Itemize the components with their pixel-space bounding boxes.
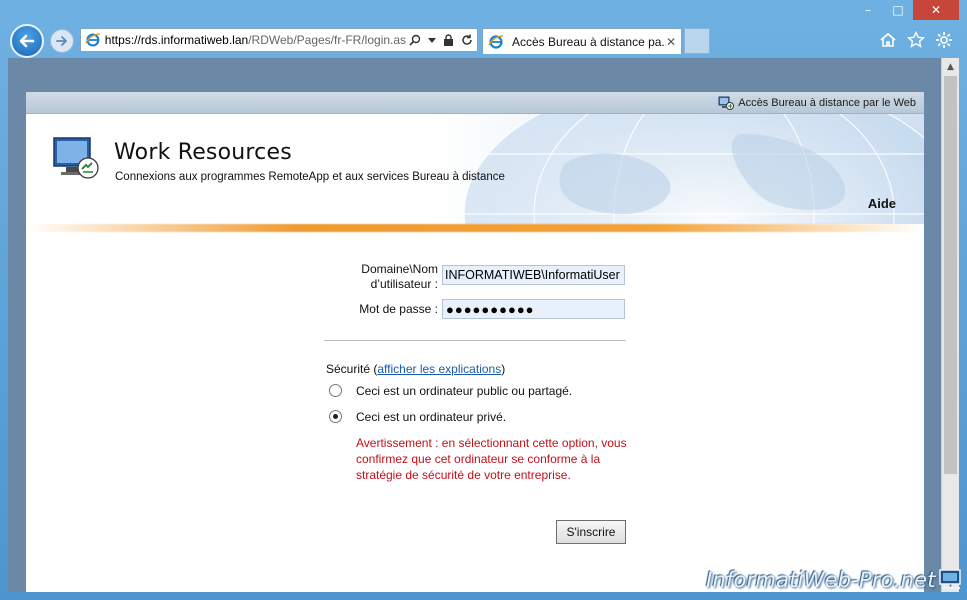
private-computer-label[interactable]: Ceci est un ordinateur privé.: [356, 410, 506, 424]
close-tab-icon[interactable]: ✕: [666, 35, 676, 49]
password-input[interactable]: ●●●●●●●●●●: [442, 299, 625, 319]
browser-tool-icons: [879, 31, 953, 49]
security-label: Sécurité (: [326, 362, 378, 376]
scroll-up-arrow-icon[interactable]: ▲: [942, 58, 959, 75]
show-explanations-link[interactable]: afficher les explications: [377, 362, 501, 376]
browser-toolbar: https://rds.informatiweb.lan/RDWeb/Pages…: [0, 22, 967, 58]
tab-rdweb[interactable]: Accès Bureau à distance pa... ✕: [482, 28, 682, 54]
sign-in-button[interactable]: S'inscrire: [556, 520, 626, 544]
favorites-star-icon[interactable]: [907, 31, 925, 49]
tab-title: Accès Bureau à distance pa...: [512, 34, 666, 49]
window-controls: – □ ✕: [853, 0, 959, 20]
url-text[interactable]: https://rds.informatiweb.lan/RDWeb/Pages…: [105, 33, 406, 47]
forward-button[interactable]: [50, 29, 74, 53]
scroll-thumb[interactable]: [944, 76, 957, 474]
home-icon[interactable]: [879, 31, 897, 49]
address-bar[interactable]: https://rds.informatiweb.lan/RDWeb/Pages…: [80, 28, 478, 52]
settings-gear-icon[interactable]: [935, 31, 953, 49]
login-form: Domaine\Nom d’utilisateur : Mot de passe…: [26, 92, 924, 592]
internet-explorer-icon: [85, 33, 100, 47]
arrow-right-icon: [56, 36, 67, 46]
minimize-button[interactable]: –: [853, 0, 883, 20]
arrow-left-icon: [19, 34, 35, 48]
vertical-scrollbar[interactable]: ▲ ▼: [941, 58, 959, 592]
private-computer-radio[interactable]: [329, 410, 342, 423]
public-computer-radio[interactable]: [329, 384, 342, 397]
password-label: Mot de passe :: [359, 302, 438, 316]
maximize-button[interactable]: □: [883, 0, 913, 20]
search-icon[interactable]: [409, 34, 421, 46]
rdweb-login-panel: Accès Bureau à distance par le Web Work …: [26, 92, 924, 592]
address-bar-icons: [409, 34, 473, 46]
url-host: https://rds.informatiweb.lan: [104, 33, 249, 47]
watermark-logo-icon: [939, 569, 961, 589]
internet-explorer-icon: [488, 34, 504, 49]
new-tab-button[interactable]: [684, 28, 710, 54]
close-window-button[interactable]: ✕: [913, 0, 959, 20]
browser-window: – □ ✕ https://rds.informatiweb.lan/RDWeb…: [0, 0, 967, 600]
security-line: Sécurité (afficher les explications): [326, 362, 505, 376]
dropdown-arrow-icon[interactable]: [428, 36, 436, 44]
form-divider: [324, 340, 626, 341]
watermark-text: InformatiWeb-Pro.net: [706, 568, 936, 592]
refresh-icon[interactable]: [461, 34, 473, 46]
security-suffix: ): [501, 362, 506, 376]
url-path: /RDWeb/Pages/fr-FR/login.as: [248, 33, 406, 47]
public-computer-label[interactable]: Ceci est un ordinateur public ou partagé…: [356, 384, 572, 398]
page-viewport: Accès Bureau à distance par le Web Work …: [8, 58, 941, 592]
lock-icon[interactable]: [443, 34, 454, 46]
domain-username-input[interactable]: [442, 265, 625, 285]
private-computer-warning: Avertissement : en sélectionnant cette o…: [356, 436, 627, 482]
back-button[interactable]: [10, 24, 44, 58]
domain-username-label: Domaine\Nom d’utilisateur :: [361, 262, 438, 291]
